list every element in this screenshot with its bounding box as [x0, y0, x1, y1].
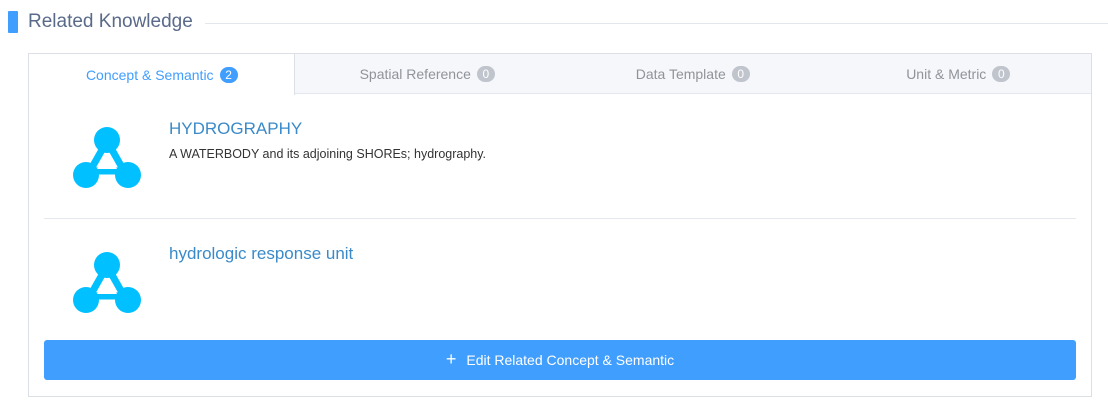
plus-icon: + — [445, 349, 457, 369]
tab-label: Unit & Metric — [906, 65, 987, 82]
edit-button-label: Edit Related Concept & Semantic — [466, 352, 675, 368]
tab-label: Concept & Semantic — [85, 66, 214, 83]
concept-node-icon — [44, 219, 169, 339]
list-item: HYDROGRAPHY A WATERBODY and its adjoinin… — [44, 94, 1076, 219]
concept-list: HYDROGRAPHY A WATERBODY and its adjoinin… — [29, 94, 1091, 339]
tab-spatial-reference[interactable]: Spatial Reference 0 — [295, 54, 561, 93]
section-accent-bar — [8, 11, 18, 33]
tab-count-badge: 0 — [731, 65, 750, 82]
concept-body: HYDROGRAPHY A WATERBODY and its adjoinin… — [169, 94, 486, 218]
tab-unit-metric[interactable]: Unit & Metric 0 — [826, 54, 1092, 93]
concept-title[interactable]: hydrologic response unit — [169, 244, 353, 264]
tab-count-badge: 0 — [476, 65, 495, 82]
concept-description: A WATERBODY and its adjoining SHOREs; hy… — [169, 147, 487, 161]
section-divider — [204, 22, 1108, 24]
edit-related-concept-button[interactable]: + Edit Related Concept & Semantic — [44, 340, 1076, 380]
tab-label: Data Template — [635, 65, 726, 82]
concept-node-icon — [44, 94, 169, 218]
section-title: Related Knowledge — [28, 11, 193, 32]
concept-body: hydrologic response unit — [169, 219, 353, 339]
related-knowledge-panel: Concept & Semantic 2 Spatial Reference 0… — [28, 53, 1092, 397]
tab-label: Spatial Reference — [359, 65, 471, 82]
tab-count-badge: 0 — [992, 65, 1011, 82]
tab-bar: Concept & Semantic 2 Spatial Reference 0… — [29, 54, 1092, 95]
tab-count-badge: 2 — [219, 66, 238, 83]
tab-concept-semantic[interactable]: Concept & Semantic 2 — [29, 54, 295, 95]
section-header: Related Knowledge — [8, 8, 1108, 36]
tab-data-template[interactable]: Data Template 0 — [560, 54, 826, 93]
concept-title[interactable]: HYDROGRAPHY — [169, 119, 302, 139]
list-item: hydrologic response unit — [44, 219, 1076, 339]
